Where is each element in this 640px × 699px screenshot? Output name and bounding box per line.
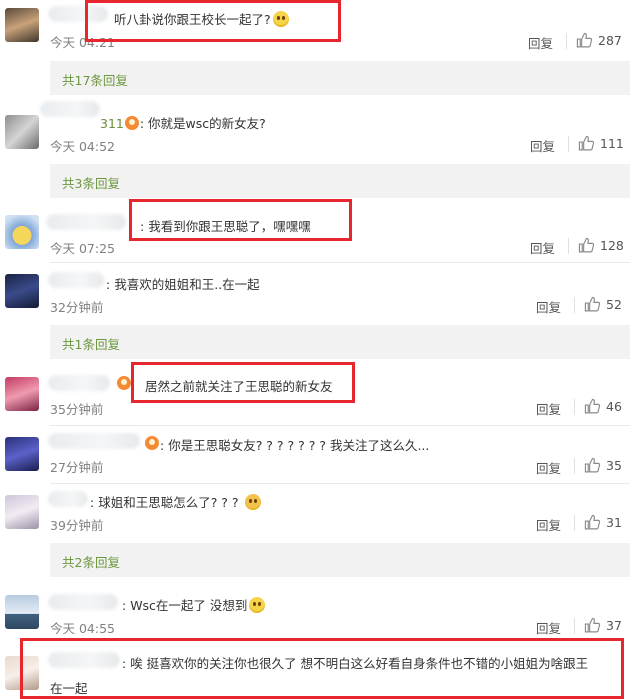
comment-time: 35分钟前 [50,402,104,417]
avatar[interactable] [5,495,39,529]
sub-replies-bar[interactable]: 共17条回复 [50,61,630,95]
avatar[interactable] [5,437,39,471]
comment-time: 39分钟前 [50,518,104,533]
divider [574,458,575,474]
comment-text-body: 球姐和王思聪怎么了? ? ? [98,495,239,510]
like-count: 111 [600,136,624,151]
highlight-box [129,199,352,241]
comment-text: : Wsc在一起了 没想到 [122,595,266,614]
like-count: 37 [606,618,622,633]
divider [574,399,575,415]
sub-replies-bar[interactable]: 共3条回复 [50,164,630,198]
like-count: 128 [600,238,624,253]
like-count: 35 [606,458,622,473]
avatar[interactable] [5,595,39,629]
divider [566,33,567,49]
comment-time: 今天 04:55 [50,621,115,636]
thumbs-up-icon[interactable] [584,514,601,531]
comment-text-body: 你就是wsc的新女友? [148,116,266,131]
comment-text: : 我喜欢的姐姐和王..在一起 [106,277,260,292]
sub-replies-link[interactable]: 共17条回复 [62,70,128,89]
username-blurred[interactable] [48,272,104,288]
divider [574,515,575,531]
username-blurred[interactable] [46,214,126,230]
reply-button[interactable]: 回复 [528,33,553,52]
comment-time: 32分钟前 [50,300,104,315]
divider [50,425,630,426]
avatar[interactable] [5,274,39,308]
username-blurred[interactable] [48,491,88,507]
divider [568,136,569,152]
divider [568,238,569,254]
highlight-box [20,638,624,699]
comment-text-body: Wsc在一起了 没想到 [130,598,248,613]
divider [50,262,630,263]
comment-time: 今天 07:25 [50,241,115,256]
comment-time: 今天 04:52 [50,139,115,154]
avatar[interactable] [5,8,39,42]
sub-replies-bar[interactable]: 共2条回复 [50,543,630,577]
avatar[interactable] [5,377,39,411]
reply-button[interactable]: 回复 [536,515,561,534]
divider [574,297,575,313]
medal-icon [145,436,159,450]
thumbs-up-icon[interactable] [584,617,601,634]
comment-time: 27分钟前 [50,460,104,475]
username[interactable]: 311 [100,116,124,131]
sub-replies-link[interactable]: 共1条回复 [62,334,120,353]
thumbs-up-icon[interactable] [578,237,595,254]
thinking-emoji-icon [249,597,266,613]
thumbs-up-icon[interactable] [584,296,601,313]
reply-button[interactable]: 回复 [536,399,561,418]
thumbs-up-icon[interactable] [584,398,601,415]
reply-button[interactable]: 回复 [536,297,561,316]
comment-text-body: 我喜欢的姐姐和王..在一起 [114,277,260,292]
sub-replies-link[interactable]: 共2条回复 [62,552,120,571]
username-blurred[interactable] [48,433,140,449]
sub-replies-link[interactable]: 共3条回复 [62,173,120,192]
grimace-emoji-icon [244,494,261,510]
like-count: 31 [606,515,622,530]
highlight-box [131,362,355,403]
comment-text-body: 你是王思聪女友? ? ? ? ? ? ? 我关注了这么久... [168,438,430,453]
medal-icon [117,376,131,390]
reply-button[interactable]: 回复 [536,458,561,477]
thumbs-up-icon[interactable] [578,135,595,152]
reply-button[interactable]: 回复 [530,238,555,257]
sub-replies-bar[interactable]: 共1条回复 [50,325,630,359]
reply-button[interactable]: 回复 [530,136,555,155]
reply-button[interactable]: 回复 [536,618,561,637]
comment-text: : 球姐和王思聪怎么了? ? ? [90,492,261,511]
avatar[interactable] [5,115,39,149]
thumbs-up-icon[interactable] [584,457,601,474]
highlight-box [85,0,341,42]
username-blurred[interactable] [48,375,110,391]
comment-text: 311: 你就是wsc的新女友? [100,116,266,131]
divider [574,618,575,634]
like-count: 287 [598,33,622,48]
like-count: 46 [606,399,622,414]
username-blurred[interactable] [48,594,118,610]
comment-text: : 你是王思聪女友? ? ? ? ? ? ? 我关注了这么久... [160,438,430,453]
thumbs-up-icon[interactable] [576,32,593,49]
medal-icon [124,116,139,130]
like-count: 52 [606,297,622,312]
avatar[interactable] [5,215,39,249]
divider [50,483,630,484]
